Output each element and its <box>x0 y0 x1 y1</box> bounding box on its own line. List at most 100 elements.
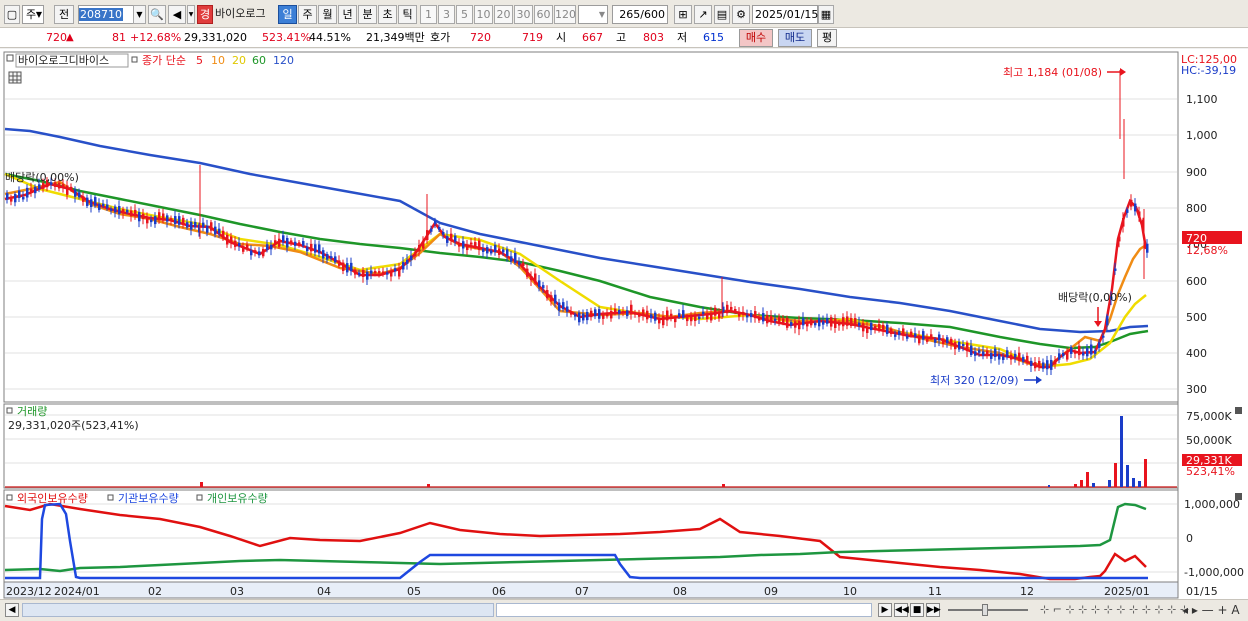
timeframe-year-tab[interactable]: 년 <box>338 5 357 24</box>
candle-body <box>442 231 445 235</box>
count-input[interactable]: 265/600 <box>612 5 668 24</box>
candle-body <box>1046 360 1049 370</box>
average-button[interactable]: 평 <box>817 29 837 47</box>
candle-body <box>186 222 189 228</box>
candle-body <box>298 242 301 246</box>
zoom-tools-icon[interactable]: ⊹ ⌐ ⊹ ⊹ ⊹ ⊹ ⊹ ⊹ ⊹ ⊹ ⊹ ⊹ <box>1040 603 1189 616</box>
candle-body <box>586 311 589 321</box>
timeframe-second-tab[interactable]: 초 <box>378 5 397 24</box>
warning-badge: 경 <box>197 5 213 24</box>
candle-body <box>230 236 233 244</box>
candle-body <box>314 244 317 253</box>
speaker-icon[interactable]: ◀ <box>168 5 186 24</box>
timeframe-month-tab[interactable]: 월 <box>318 5 337 24</box>
stop-icon[interactable]: ■ <box>910 603 924 617</box>
candle-body <box>310 243 313 252</box>
candle-body <box>546 290 549 299</box>
chevron-down-icon[interactable]: ▼ <box>187 5 195 24</box>
interval-60[interactable]: 60 <box>534 5 553 24</box>
candle-body <box>402 262 405 270</box>
x-tick: 10 <box>843 585 857 598</box>
count-value: 265 <box>619 8 641 21</box>
timeframe-tick-tab[interactable]: 틱 <box>398 5 417 24</box>
save-icon[interactable]: ▤ <box>714 5 730 24</box>
ruler-icon[interactable]: ⊞ <box>674 5 692 24</box>
interval-30[interactable]: 30 <box>514 5 533 24</box>
buy-button[interactable]: 매수 <box>739 29 773 47</box>
candle-body <box>98 203 101 210</box>
candle-body <box>946 337 949 344</box>
candle-body <box>742 311 745 315</box>
sell-button[interactable]: 매도 <box>778 29 812 47</box>
panel-close-icon[interactable] <box>1235 493 1242 500</box>
candle-body <box>330 256 333 259</box>
count-total: /600 <box>640 8 665 21</box>
candle-body <box>318 244 321 254</box>
candle-body <box>234 240 237 247</box>
rewind-icon[interactable]: ◀◀ <box>894 603 909 617</box>
candle-body <box>718 311 721 319</box>
candle-body <box>634 312 637 315</box>
volume-title: 거래량 <box>17 405 47 418</box>
candle-body <box>958 341 961 350</box>
gear-icon[interactable]: ⚙ <box>732 5 750 24</box>
up-arrow-icon: ▲ <box>66 32 74 43</box>
panel-close-icon[interactable] <box>1235 407 1242 414</box>
candle-body <box>350 262 353 272</box>
stock-name-legend: 바이오로그디바이스 <box>18 54 109 67</box>
scroll-thumb[interactable] <box>496 603 872 617</box>
candle-body <box>130 210 133 217</box>
interval-5[interactable]: 5 <box>456 5 473 24</box>
candle-body <box>258 251 261 256</box>
window-icon[interactable]: ▢ <box>4 5 20 24</box>
candle-body <box>766 315 769 324</box>
candle-body <box>1122 218 1125 227</box>
search-icon[interactable]: 🔍 <box>148 5 166 24</box>
candle-body <box>338 260 341 266</box>
interval-3[interactable]: 3 <box>438 5 455 24</box>
candle-body <box>1094 350 1097 354</box>
zoom-controls-icon[interactable]: ◂ ▸ — + A <box>1182 603 1240 617</box>
toolbar: ▢ 주 ▼ 전 208710 ▼ 🔍 ◀ ▼ 경 바이오로그 일 주 월 년 분 … <box>0 0 1248 28</box>
scroll-left-icon[interactable]: ◀ <box>5 603 19 617</box>
candle-body <box>94 197 97 206</box>
candle-body <box>142 213 145 220</box>
dividend-annotation: 배당락(0,00%) <box>5 171 79 184</box>
candle-body <box>990 353 993 359</box>
prev-button[interactable]: 전 <box>54 5 74 24</box>
price-tick: 400 <box>1186 347 1207 360</box>
interval-120[interactable]: 120 <box>554 5 576 24</box>
candle-body <box>362 269 365 277</box>
timeframe-week-tab[interactable]: 주 <box>298 5 317 24</box>
interval-20[interactable]: 20 <box>494 5 513 24</box>
candle-body <box>38 184 41 190</box>
scroll-track[interactable] <box>22 603 494 617</box>
candle-body <box>418 245 421 252</box>
candle-body <box>446 236 449 243</box>
candle-body <box>670 313 673 317</box>
period-select[interactable]: 주 ▼ <box>22 5 44 24</box>
stock-code-input[interactable]: 208710 <box>78 5 134 24</box>
change-percent: +12.68% <box>130 31 182 44</box>
candle-body <box>798 321 801 330</box>
candle-body <box>1062 352 1065 357</box>
candle-body <box>1038 360 1041 367</box>
date-input[interactable]: 2025/01/15 <box>752 5 818 24</box>
fast-forward-icon[interactable]: ▶▶ <box>926 603 941 617</box>
zoom-slider-handle[interactable] <box>982 604 988 616</box>
interval-10[interactable]: 10 <box>474 5 493 24</box>
calendar-icon[interactable]: ▦ <box>818 5 834 24</box>
play-icon[interactable]: ▶ <box>878 603 892 617</box>
zoom-slider[interactable] <box>948 609 1028 611</box>
high-price: 803 <box>643 31 664 44</box>
price-tick: 800 <box>1186 202 1207 215</box>
x-tick: 2023/12 <box>6 585 52 598</box>
interval-select[interactable]: ▼ <box>578 5 608 24</box>
draw-tool-icon[interactable]: ↗ <box>694 5 712 24</box>
interval-1[interactable]: 1 <box>420 5 437 24</box>
timeframe-minute-tab[interactable]: 분 <box>358 5 377 24</box>
chevron-down-icon[interactable]: ▼ <box>133 5 146 24</box>
timeframe-day-tab[interactable]: 일 <box>278 5 297 24</box>
table-icon[interactable] <box>8 71 22 84</box>
stock-chart[interactable]: 1,100 1,000 900 800 700 600 500 400 300 … <box>0 49 1248 599</box>
